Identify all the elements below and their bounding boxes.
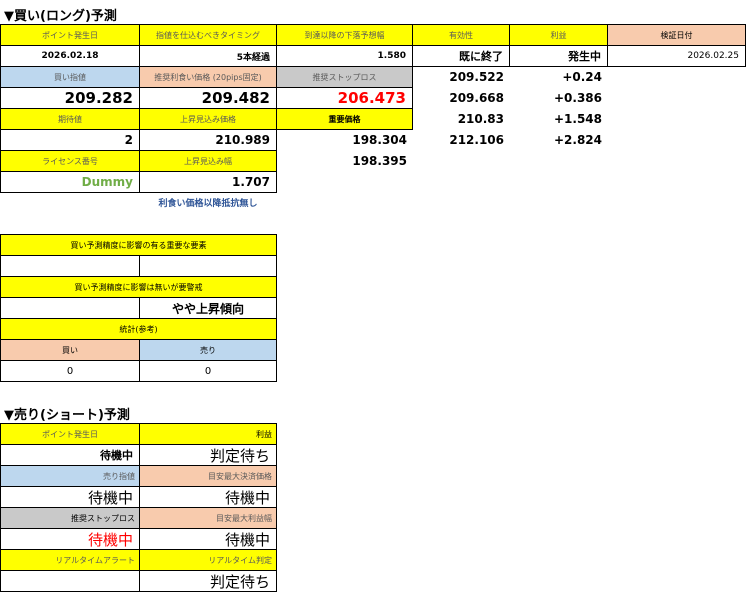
header-stats-buy: 買い xyxy=(0,339,140,361)
short-profit-value: 判定待ち xyxy=(139,444,277,466)
short-header-tp-guide: 目安最大決済価格 xyxy=(139,465,277,487)
expected-value: 2 xyxy=(0,129,140,151)
short-section-title: ▼売り(ショート)予測 xyxy=(4,407,130,423)
header-drop-forecast: 到達以降の下落予想幅 xyxy=(276,24,413,46)
short-header-sell-limit: 売り指値 xyxy=(0,465,140,487)
header-order-timing: 指値を仕込むべきタイミング xyxy=(139,24,277,46)
header-verify-date: 検証日付 xyxy=(607,24,746,46)
verify-date-value: 2026.02.25 xyxy=(607,45,746,67)
tp-note: 利食い価格以降抵抗無し xyxy=(158,198,258,209)
short-alert-value xyxy=(0,570,140,592)
non-influential-factor-1 xyxy=(0,297,140,319)
stats-sell-count: 0 xyxy=(139,360,277,382)
header-influential-factors: 買い予測精度に影響の有る重要な要素 xyxy=(0,234,277,256)
short-header-point-date: ポイント発生日 xyxy=(0,423,140,445)
header-validity: 有効性 xyxy=(412,24,510,46)
header-stats-sell: 売り xyxy=(139,339,277,361)
short-sl-value: 待機中 xyxy=(0,528,140,550)
short-tp-guide-value: 待機中 xyxy=(139,486,277,508)
header-non-influential-factors: 買い予測精度に影響は無いが要警戒 xyxy=(0,276,277,298)
header-recommended-tp: 推奨利食い価格 (20pips固定) xyxy=(139,66,277,88)
header-expected-value: 期待値 xyxy=(0,108,140,130)
short-sell-limit-value: 待機中 xyxy=(0,486,140,508)
important-price-1: 198.304 xyxy=(352,133,407,147)
validity-value: 既に終了 xyxy=(412,45,510,67)
important-price-2: 198.395 xyxy=(352,154,407,168)
trend-value: やや上昇傾向 xyxy=(139,297,277,319)
recommended-tp-value: 209.482 xyxy=(139,87,277,109)
level-price-2: 209.668 xyxy=(449,91,504,105)
level-price-4: 212.106 xyxy=(449,133,504,147)
stats-buy-count: 0 xyxy=(0,360,140,382)
order-timing-value: 5本経過 xyxy=(139,45,277,67)
buy-limit-value: 209.282 xyxy=(0,87,140,109)
level-profit-2: +0.386 xyxy=(553,91,602,105)
upside-width-value: 1.707 xyxy=(139,171,277,193)
level-price-3: 210.83 xyxy=(457,112,504,126)
header-upside-width: 上昇見込み幅 xyxy=(139,150,277,172)
point-date-value: 2026.02.18 xyxy=(0,45,140,67)
short-realtime-value: 判定待ち xyxy=(139,570,277,592)
recommended-sl-value: 206.473 xyxy=(276,87,413,109)
long-section-title: ▼買い(ロング)予測 xyxy=(4,8,117,24)
header-profit: 利益 xyxy=(509,24,608,46)
header-buy-limit: 買い指値 xyxy=(0,66,140,88)
short-header-realtime: リアルタイム判定 xyxy=(139,549,277,571)
short-header-alert: リアルタイムアラート xyxy=(0,549,140,571)
drop-forecast-value: 1.580 xyxy=(276,45,413,67)
header-important-price: 重要価格 xyxy=(276,108,413,130)
license-value: Dummy xyxy=(0,171,140,193)
header-license: ライセンス番号 xyxy=(0,150,140,172)
header-upside-price: 上昇見込み価格 xyxy=(139,108,277,130)
level-profit-1: +0.24 xyxy=(562,70,602,84)
header-stats: 統計(参考) xyxy=(0,318,277,340)
short-header-profit: 利益 xyxy=(139,423,277,445)
header-recommended-sl: 推奨ストップロス xyxy=(276,66,413,88)
upside-price-value: 210.989 xyxy=(139,129,277,151)
short-max-profit-value: 待機中 xyxy=(139,528,277,550)
short-header-max-profit: 目安最大利益幅 xyxy=(139,507,277,529)
level-profit-4: +2.824 xyxy=(553,133,602,147)
short-header-sl: 推奨ストップロス xyxy=(0,507,140,529)
influential-factor-2 xyxy=(139,255,277,277)
short-point-date-value: 待機中 xyxy=(0,444,140,466)
level-profit-3: +1.548 xyxy=(553,112,602,126)
profit-status-value: 発生中 xyxy=(509,45,608,67)
influential-factor-1 xyxy=(0,255,140,277)
header-point-date: ポイント発生日 xyxy=(0,24,140,46)
level-price-1: 209.522 xyxy=(449,70,504,84)
